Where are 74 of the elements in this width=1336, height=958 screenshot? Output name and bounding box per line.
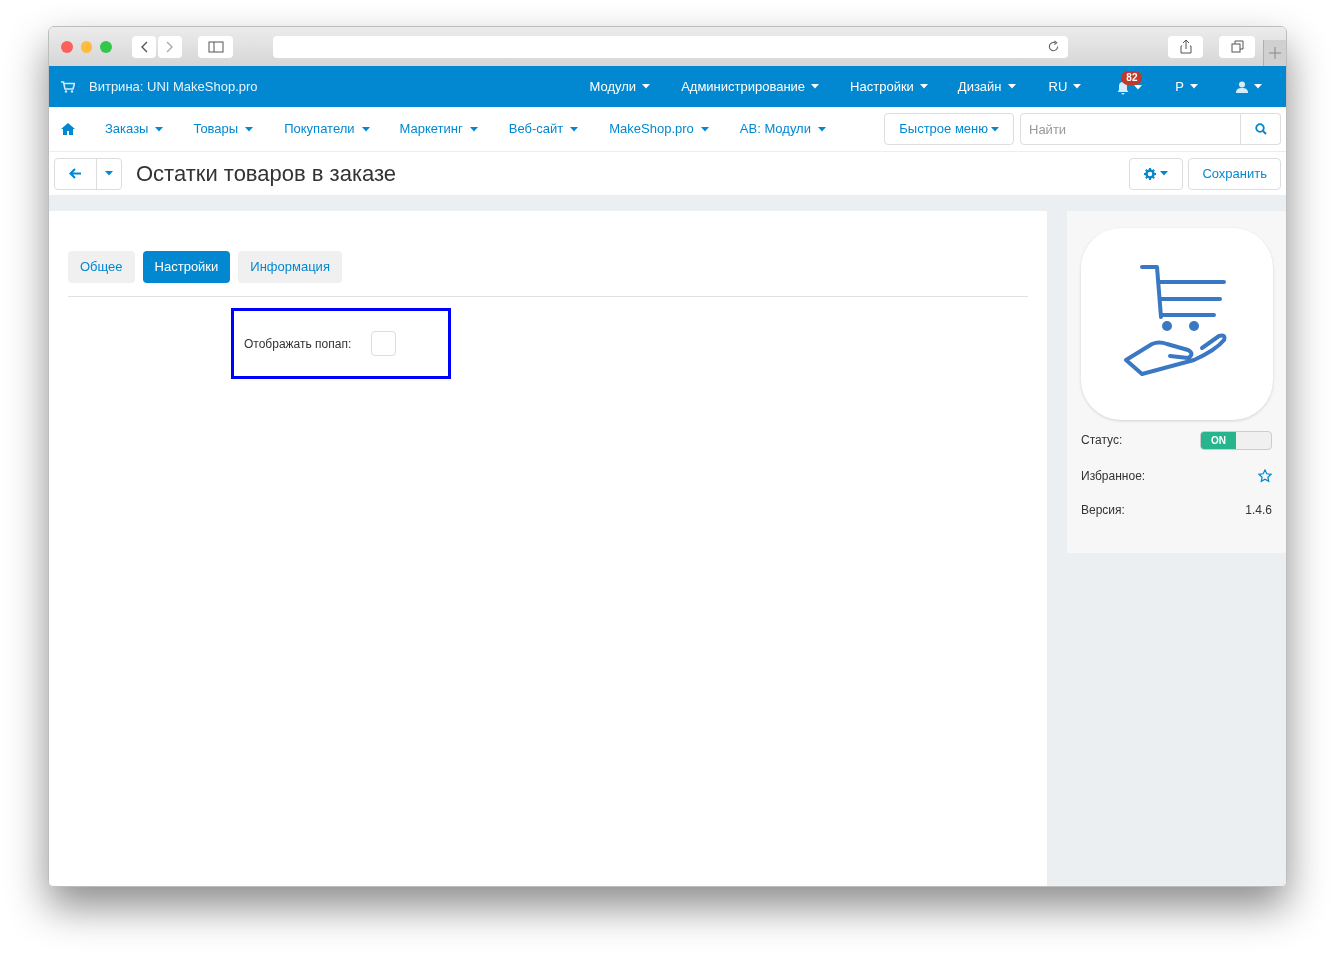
sidebar-icon — [207, 40, 224, 53]
tabs-icon — [1230, 40, 1244, 53]
plus-icon — [1268, 46, 1281, 59]
menu-dropdown[interactable]: Администрирование — [681, 76, 820, 97]
tabs-button[interactable] — [1219, 35, 1255, 58]
checkbox[interactable] — [371, 331, 397, 356]
star-icon[interactable] — [1258, 469, 1272, 483]
nav-menu-item[interactable]: AB: Модули — [739, 119, 826, 139]
search-field[interactable]: Найти — [1020, 113, 1241, 145]
caret-icon — [700, 126, 709, 132]
menu-dropdown[interactable]: Дизайн — [957, 76, 1016, 97]
save-button[interactable]: Сохранить — [1188, 157, 1281, 190]
settings-button[interactable] — [1129, 157, 1184, 190]
search-icon — [1254, 123, 1267, 135]
minimize-window-icon[interactable] — [80, 40, 93, 53]
notification-badge: 82 — [1121, 70, 1143, 85]
nav-menu-item[interactable]: Маркетинг — [399, 119, 478, 139]
tab[interactable]: Настройки — [142, 251, 231, 283]
status-toggle[interactable]: ON — [1200, 430, 1272, 450]
setting-label: Отображать попап: — [244, 335, 352, 353]
caret-icon — [817, 126, 826, 132]
settings-icon — [1144, 167, 1157, 180]
notifications-button[interactable] — [1116, 80, 1143, 95]
cart-icon — [61, 80, 75, 93]
version-value: 1.4.6 — [1245, 502, 1272, 519]
maximize-window-icon[interactable] — [100, 40, 113, 53]
caret-icon — [1254, 84, 1262, 89]
caret-icon — [245, 126, 254, 132]
sidebar-button[interactable] — [198, 35, 234, 58]
caret-icon — [642, 84, 651, 89]
caret-icon — [1190, 84, 1198, 89]
caret-icon — [361, 126, 370, 132]
nav-menu-item[interactable]: Товары — [193, 119, 254, 139]
nav-menu-item[interactable]: Веб-сайт — [508, 119, 579, 139]
close-window-icon[interactable] — [61, 40, 73, 53]
tab[interactable]: Общее — [68, 251, 135, 283]
nav-menu-item[interactable]: Покупатели — [284, 119, 370, 139]
status-label: Статус: — [1081, 432, 1123, 449]
version-label: Версия: — [1081, 502, 1125, 519]
reload-icon[interactable] — [1047, 40, 1061, 53]
caret-icon — [105, 171, 113, 176]
caret-icon — [1007, 84, 1016, 89]
user-menu-button[interactable] — [1236, 80, 1262, 93]
new-tab-button[interactable] — [1262, 39, 1286, 66]
search-button[interactable] — [1241, 113, 1281, 145]
home-icon — [61, 123, 75, 135]
nav-menu-item[interactable]: Заказы — [105, 119, 164, 139]
user-icon — [1236, 80, 1248, 93]
caret-icon — [991, 126, 999, 132]
quick-menu-button[interactable]: Быстрое меню — [884, 113, 1014, 145]
caret-icon — [1160, 171, 1169, 176]
menu-dropdown[interactable]: RU — [1048, 76, 1082, 97]
currency-dropdown[interactable]: Р — [1175, 76, 1198, 97]
page-title: Остатки товаров в заказе — [136, 160, 397, 188]
menu-dropdown[interactable]: Настройки — [850, 76, 928, 97]
caret-icon — [811, 84, 820, 89]
nav-menu-item[interactable]: MakeShop.pro — [609, 119, 709, 139]
home-link[interactable] — [61, 123, 75, 135]
share-button[interactable] — [1168, 35, 1204, 58]
forward-button[interactable] — [158, 35, 183, 58]
favorite-label: Избранное: — [1081, 468, 1146, 485]
caret-icon — [570, 126, 579, 132]
chevron-right-icon — [166, 40, 175, 53]
back-button[interactable] — [132, 35, 157, 58]
tab[interactable]: Информация — [238, 251, 342, 283]
caret-icon — [1073, 84, 1082, 89]
caret-icon — [155, 126, 164, 132]
menu-dropdown[interactable]: Модули — [589, 76, 651, 97]
arrow-left-icon — [69, 168, 82, 179]
share-icon — [1179, 39, 1192, 54]
caret-icon — [919, 84, 928, 89]
caret-icon — [469, 126, 478, 132]
chevron-left-icon — [140, 40, 149, 53]
store-link[interactable]: Витрина: UNI MakeShop.pro — [89, 76, 258, 97]
